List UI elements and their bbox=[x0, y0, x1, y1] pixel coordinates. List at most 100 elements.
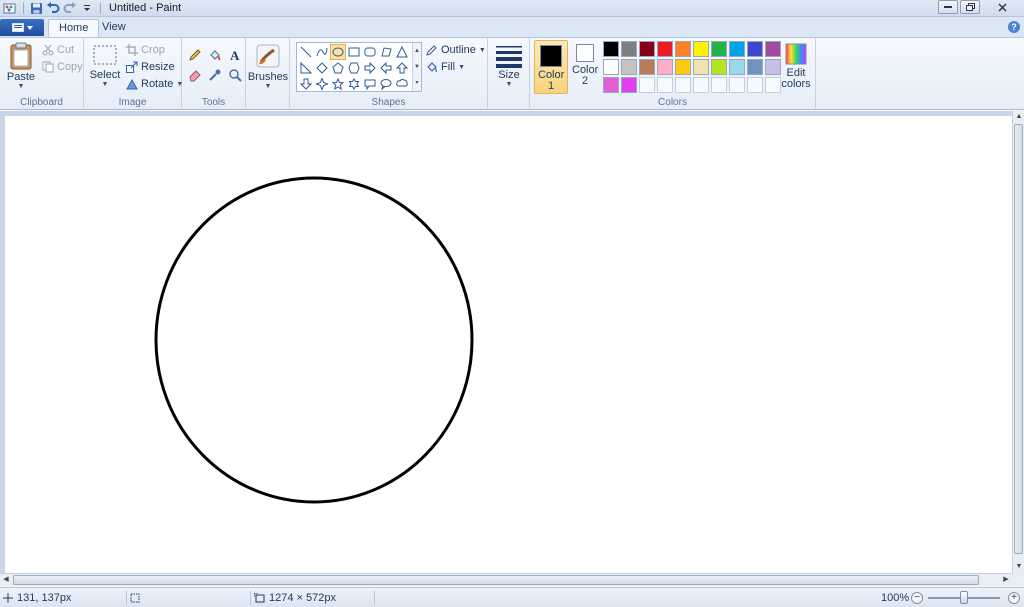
line-shape-icon[interactable] bbox=[298, 44, 314, 60]
scroll-down-icon[interactable]: ▼ bbox=[413, 59, 421, 75]
color-swatch[interactable] bbox=[729, 59, 745, 75]
color-swatch[interactable] bbox=[621, 59, 637, 75]
scroll-up-icon[interactable]: ▲ bbox=[413, 43, 421, 59]
color-swatch[interactable] bbox=[621, 41, 637, 57]
pentagon-shape-icon[interactable] bbox=[330, 60, 346, 76]
scroll-down-icon[interactable]: ▼ bbox=[1014, 562, 1024, 572]
zoom-in-button[interactable]: + bbox=[1008, 592, 1020, 604]
custom-color-slot[interactable] bbox=[711, 77, 727, 93]
paint-app-icon[interactable] bbox=[2, 1, 18, 16]
pencil-icon[interactable] bbox=[186, 46, 204, 64]
custom-color-slot[interactable] bbox=[657, 77, 673, 93]
up-arrow-shape-icon[interactable] bbox=[394, 60, 410, 76]
zoom-out-button[interactable]: − bbox=[911, 592, 923, 604]
six-point-star-shape-icon[interactable] bbox=[346, 76, 362, 92]
color-swatch[interactable] bbox=[693, 59, 709, 75]
down-arrow-shape-icon[interactable] bbox=[298, 76, 314, 92]
maximize-button[interactable] bbox=[960, 0, 980, 14]
four-point-star-shape-icon[interactable] bbox=[314, 76, 330, 92]
horizontal-scrollbar[interactable]: ◀ ▶ bbox=[0, 573, 1012, 586]
fill-bucket-icon[interactable] bbox=[206, 46, 224, 64]
color-swatch[interactable] bbox=[657, 59, 673, 75]
custom-color-slot[interactable] bbox=[639, 77, 655, 93]
text-tool-icon[interactable]: A bbox=[226, 46, 244, 64]
right-triangle-shape-icon[interactable] bbox=[298, 60, 314, 76]
copy-button[interactable]: Copy bbox=[42, 59, 83, 75]
right-arrow-shape-icon[interactable] bbox=[362, 60, 378, 76]
brushes-button[interactable]: Brushes ▼ bbox=[248, 42, 288, 90]
color-swatch[interactable] bbox=[729, 41, 745, 57]
rounded-rectangle-shape-icon[interactable] bbox=[362, 44, 378, 60]
color-swatch[interactable] bbox=[747, 41, 763, 57]
color-swatch[interactable] bbox=[747, 59, 763, 75]
polygon-shape-icon[interactable] bbox=[378, 44, 394, 60]
eraser-icon[interactable] bbox=[186, 66, 204, 84]
horizontal-scroll-thumb[interactable] bbox=[13, 575, 979, 585]
crop-button[interactable]: Crop bbox=[126, 42, 165, 58]
curve-shape-icon[interactable] bbox=[314, 44, 330, 60]
size-button[interactable]: Size ▼ bbox=[494, 44, 524, 88]
color-swatch[interactable] bbox=[711, 41, 727, 57]
color-swatch[interactable] bbox=[639, 59, 655, 75]
undo-icon[interactable] bbox=[45, 1, 61, 16]
color-swatch[interactable] bbox=[675, 59, 691, 75]
outline-button[interactable]: Outline ▼ bbox=[426, 42, 486, 58]
close-button[interactable] bbox=[982, 0, 1022, 14]
scroll-right-icon[interactable]: ▶ bbox=[1001, 575, 1011, 585]
app-menu-button[interactable] bbox=[0, 19, 44, 36]
scroll-up-icon[interactable]: ▲ bbox=[1014, 112, 1024, 122]
cut-button[interactable]: Cut bbox=[42, 42, 74, 58]
color-swatch[interactable] bbox=[765, 59, 781, 75]
vertical-scrollbar[interactable]: ▲ ▼ bbox=[1012, 111, 1024, 573]
magnifier-icon[interactable] bbox=[226, 66, 244, 84]
color-swatch[interactable] bbox=[711, 59, 727, 75]
color-swatch[interactable] bbox=[675, 41, 691, 57]
edit-colors-button[interactable]: Edit colors bbox=[780, 42, 812, 90]
oval-shape-icon[interactable] bbox=[330, 44, 346, 60]
left-arrow-shape-icon[interactable] bbox=[378, 60, 394, 76]
color2-button[interactable]: Color 2 bbox=[570, 40, 600, 94]
diamond-shape-icon[interactable] bbox=[314, 60, 330, 76]
shapes-scrollbar[interactable]: ▲ ▼ ▾ bbox=[412, 43, 421, 91]
custom-color-slot[interactable] bbox=[747, 77, 763, 93]
minimize-button[interactable] bbox=[938, 0, 958, 14]
color-swatch[interactable] bbox=[603, 59, 619, 75]
zoom-slider-thumb[interactable] bbox=[960, 591, 968, 604]
fill-button[interactable]: Fill ▼ bbox=[426, 59, 465, 75]
tab-view[interactable]: View bbox=[92, 19, 136, 37]
cloud-callout-shape-icon[interactable] bbox=[394, 76, 410, 92]
color1-button[interactable]: Color 1 bbox=[534, 40, 568, 94]
customize-qat-icon[interactable] bbox=[79, 1, 95, 16]
oval-callout-shape-icon[interactable] bbox=[378, 76, 394, 92]
save-icon[interactable] bbox=[28, 1, 44, 16]
custom-color-slot[interactable] bbox=[693, 77, 709, 93]
help-icon[interactable]: ? bbox=[1008, 21, 1020, 33]
custom-color-slot[interactable] bbox=[675, 77, 691, 93]
drawing-canvas[interactable] bbox=[5, 116, 1012, 573]
select-button[interactable]: Select ▼ bbox=[90, 44, 120, 88]
vertical-scroll-thumb[interactable] bbox=[1014, 124, 1023, 554]
rotate-button[interactable]: Rotate ▼ bbox=[126, 76, 183, 92]
color-picker-icon[interactable] bbox=[206, 66, 224, 84]
color-swatch[interactable] bbox=[603, 41, 619, 57]
hexagon-shape-icon[interactable] bbox=[346, 60, 362, 76]
color-swatch[interactable] bbox=[639, 41, 655, 57]
custom-color-slot[interactable] bbox=[729, 77, 745, 93]
color-swatch[interactable] bbox=[765, 41, 781, 57]
color-swatch[interactable] bbox=[693, 41, 709, 57]
color-swatch[interactable] bbox=[603, 77, 619, 93]
rectangle-shape-icon[interactable] bbox=[346, 44, 362, 60]
rect-callout-shape-icon[interactable] bbox=[362, 76, 378, 92]
color-swatch[interactable] bbox=[621, 77, 637, 93]
resize-icon bbox=[126, 61, 138, 73]
scroll-left-icon[interactable]: ◀ bbox=[1, 575, 11, 585]
paste-label: Paste bbox=[6, 71, 36, 83]
triangle-shape-icon[interactable] bbox=[394, 44, 410, 60]
five-point-star-shape-icon[interactable] bbox=[330, 76, 346, 92]
custom-color-slot[interactable] bbox=[765, 77, 781, 93]
paste-button[interactable]: Paste ▼ bbox=[6, 42, 36, 90]
expand-gallery-icon[interactable]: ▾ bbox=[413, 75, 421, 91]
resize-button[interactable]: Resize bbox=[126, 59, 175, 75]
redo-icon[interactable] bbox=[62, 1, 78, 16]
color-swatch[interactable] bbox=[657, 41, 673, 57]
